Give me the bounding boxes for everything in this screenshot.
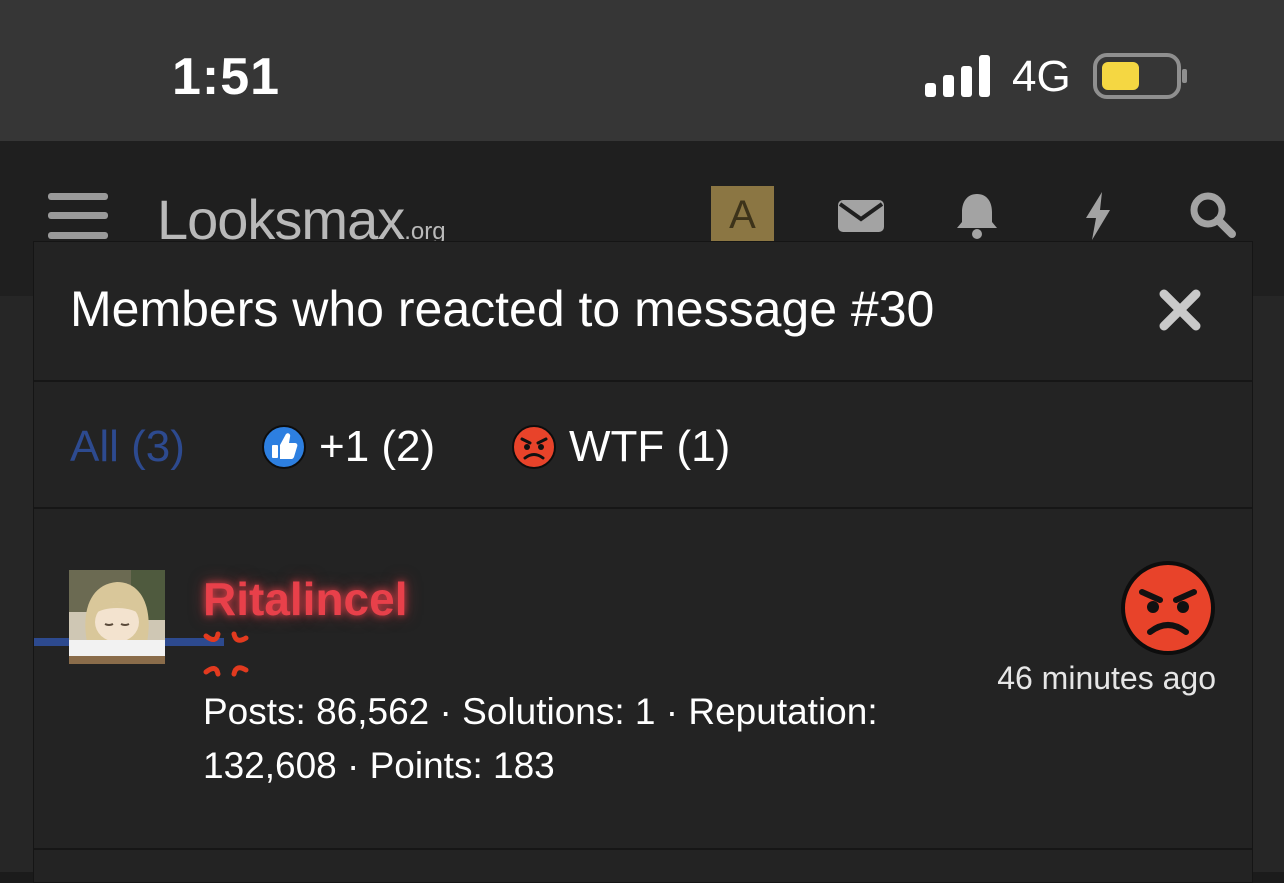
divider xyxy=(34,507,1252,509)
tab-all[interactable]: All (3) xyxy=(70,422,185,472)
tab-wtf[interactable]: WTF (1) xyxy=(511,422,730,472)
reaction-tabs: All (3) +1 (2) WTF (1) xyxy=(34,382,1252,646)
tab-plus-one[interactable]: +1 (2) xyxy=(261,422,435,472)
thumbs-up-icon xyxy=(262,425,306,469)
battery-icon xyxy=(1093,53,1187,99)
menu-icon[interactable] xyxy=(48,193,108,239)
bell-icon[interactable] xyxy=(952,190,1002,240)
status-bar: 1:51 4G xyxy=(0,0,1284,141)
user-avatar[interactable]: A xyxy=(711,186,774,242)
bolt-icon[interactable] xyxy=(1072,190,1122,240)
reaction-time: 46 minutes ago xyxy=(997,660,1216,696)
reactions-modal: Members who reacted to message #30 All (… xyxy=(33,241,1253,883)
angry-face-icon xyxy=(512,425,556,469)
member-stats: Posts: 86,562 · Solutions: 1 · Reputatio… xyxy=(203,691,878,786)
modal-title: Members who reacted to message #30 xyxy=(70,281,935,337)
signal-icon xyxy=(925,55,990,97)
envelope-icon[interactable] xyxy=(836,190,886,240)
search-icon[interactable] xyxy=(1188,190,1238,240)
divider xyxy=(34,848,1252,850)
member-avatar[interactable] xyxy=(69,570,165,664)
anger-symbol-icon xyxy=(203,631,249,677)
close-icon[interactable] xyxy=(1156,286,1204,334)
status-time: 1:51 xyxy=(172,48,281,106)
angry-face-icon xyxy=(1121,561,1215,655)
member-username[interactable]: Ritalincel xyxy=(203,572,408,626)
network-type: 4G xyxy=(1012,52,1071,101)
